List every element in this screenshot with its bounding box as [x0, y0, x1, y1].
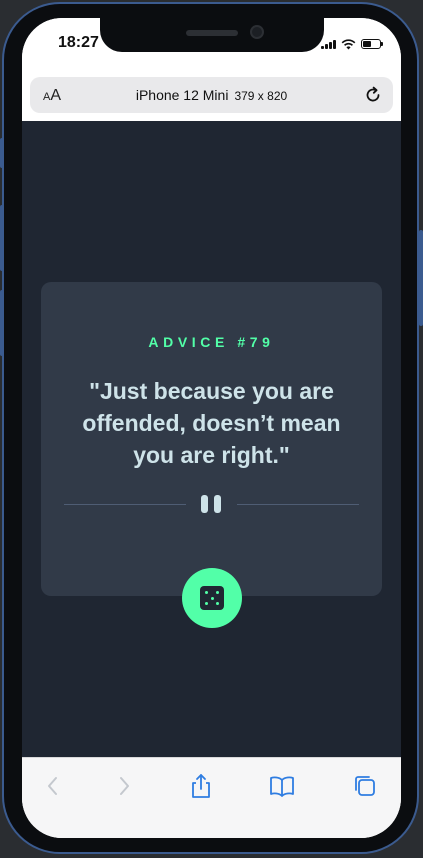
cellular-signal-icon	[321, 39, 336, 49]
advice-heading: ADVICE #79	[148, 334, 275, 350]
advice-card: ADVICE #79 "Just because you are offende…	[41, 282, 382, 596]
tabs-icon[interactable]	[351, 772, 379, 800]
bookmarks-icon[interactable]	[268, 772, 296, 800]
pause-icon	[201, 495, 223, 513]
generate-advice-button[interactable]	[182, 568, 242, 628]
divider-line-right	[237, 504, 359, 505]
battery-icon	[361, 39, 383, 49]
front-camera	[250, 25, 264, 39]
power-button	[419, 230, 423, 326]
volume-down-button	[0, 290, 4, 356]
reload-icon[interactable]	[363, 85, 383, 105]
speaker	[186, 30, 238, 36]
status-icons	[321, 38, 383, 50]
device-label: iPhone 12 Mini 379 x 820	[30, 87, 393, 103]
status-time: 18:27	[58, 34, 99, 51]
share-icon[interactable]	[187, 772, 215, 800]
forward-arrow-icon[interactable]	[110, 772, 138, 800]
divider-line-left	[64, 504, 186, 505]
dice-icon	[200, 586, 224, 610]
mute-switch	[0, 138, 4, 168]
device-name: iPhone 12 Mini	[135, 87, 229, 103]
address-bar[interactable]: AA iPhone 12 Mini 379 x 820	[30, 77, 393, 113]
viewport-size: 379 x 820	[234, 89, 288, 103]
volume-up-button	[0, 205, 4, 271]
advice-quote: "Just because you are offended, doesn’t …	[82, 378, 341, 468]
notch	[100, 18, 324, 52]
app-content: ADVICE #79 "Just because you are offende…	[22, 121, 401, 757]
back-arrow-icon[interactable]	[39, 772, 67, 800]
status-bar: 18:27	[22, 18, 401, 68]
browser-toolbar	[22, 757, 401, 838]
phone-screen: 18:27 AA iPhone 12 Mini 379 x 820 ADVICE…	[22, 18, 401, 838]
wifi-icon	[341, 38, 356, 49]
